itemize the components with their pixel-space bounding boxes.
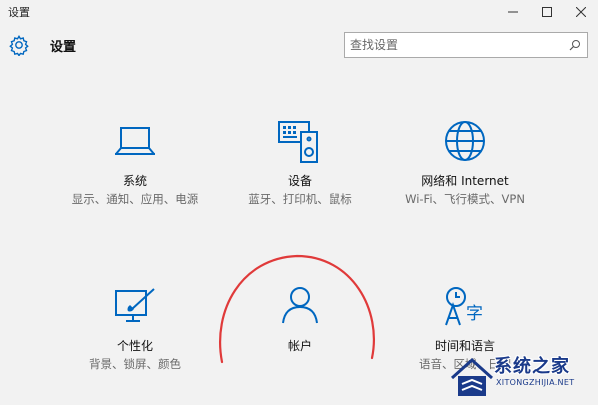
minimize-button[interactable] bbox=[496, 0, 530, 24]
maximize-button[interactable] bbox=[530, 0, 564, 24]
tile-name: 个性化 bbox=[116, 339, 153, 353]
tile-name: 网络和 Internet bbox=[421, 174, 509, 188]
tile-description: 蓝牙、打印机、鼠标 bbox=[248, 192, 352, 206]
globe-icon bbox=[445, 121, 485, 161]
annotation-arc bbox=[219, 254, 375, 364]
search-icon[interactable] bbox=[569, 39, 581, 51]
tile-system[interactable]: 系统 显示、通知、应用、电源 bbox=[50, 120, 220, 207]
house-logo-icon bbox=[450, 357, 494, 396]
window-title: 设置 bbox=[8, 6, 30, 19]
watermark-logo: 系统之家 XITONGZHIJIA.NET bbox=[448, 348, 598, 405]
tile-personalization[interactable]: 个性化 背景、锁屏、颜色 bbox=[50, 285, 220, 372]
svg-text:字: 字 bbox=[466, 304, 483, 324]
search-input[interactable] bbox=[350, 36, 560, 54]
gear-icon bbox=[9, 34, 29, 56]
tile-devices[interactable]: 设备 蓝牙、打印机、鼠标 bbox=[215, 120, 385, 207]
devices-icon bbox=[278, 121, 318, 163]
tile-description: 显示、通知、应用、电源 bbox=[71, 192, 199, 206]
minimize-icon bbox=[508, 11, 518, 13]
personalization-icon bbox=[115, 288, 155, 322]
maximize-icon bbox=[542, 7, 552, 17]
tile-network[interactable]: 网络和 Internet Wi-Fi、飞行模式、VPN bbox=[380, 120, 550, 207]
laptop-icon bbox=[115, 127, 155, 155]
search-box[interactable] bbox=[344, 32, 588, 58]
tile-name: 设备 bbox=[287, 174, 312, 188]
tile-description: Wi-Fi、飞行模式、VPN bbox=[405, 192, 525, 206]
watermark-url: XITONGZHIJIA.NET bbox=[496, 378, 575, 387]
page-title: 设置 bbox=[50, 40, 77, 55]
close-button[interactable] bbox=[564, 0, 598, 24]
header: 设置 bbox=[0, 28, 598, 62]
tile-description: 背景、锁屏、颜色 bbox=[89, 357, 181, 371]
tile-name: 系统 bbox=[122, 174, 147, 188]
close-icon bbox=[576, 7, 586, 17]
watermark-text: 系统之家 bbox=[494, 356, 570, 377]
title-bar: 设置 bbox=[0, 0, 598, 24]
time-language-icon: 字 bbox=[445, 287, 483, 326]
